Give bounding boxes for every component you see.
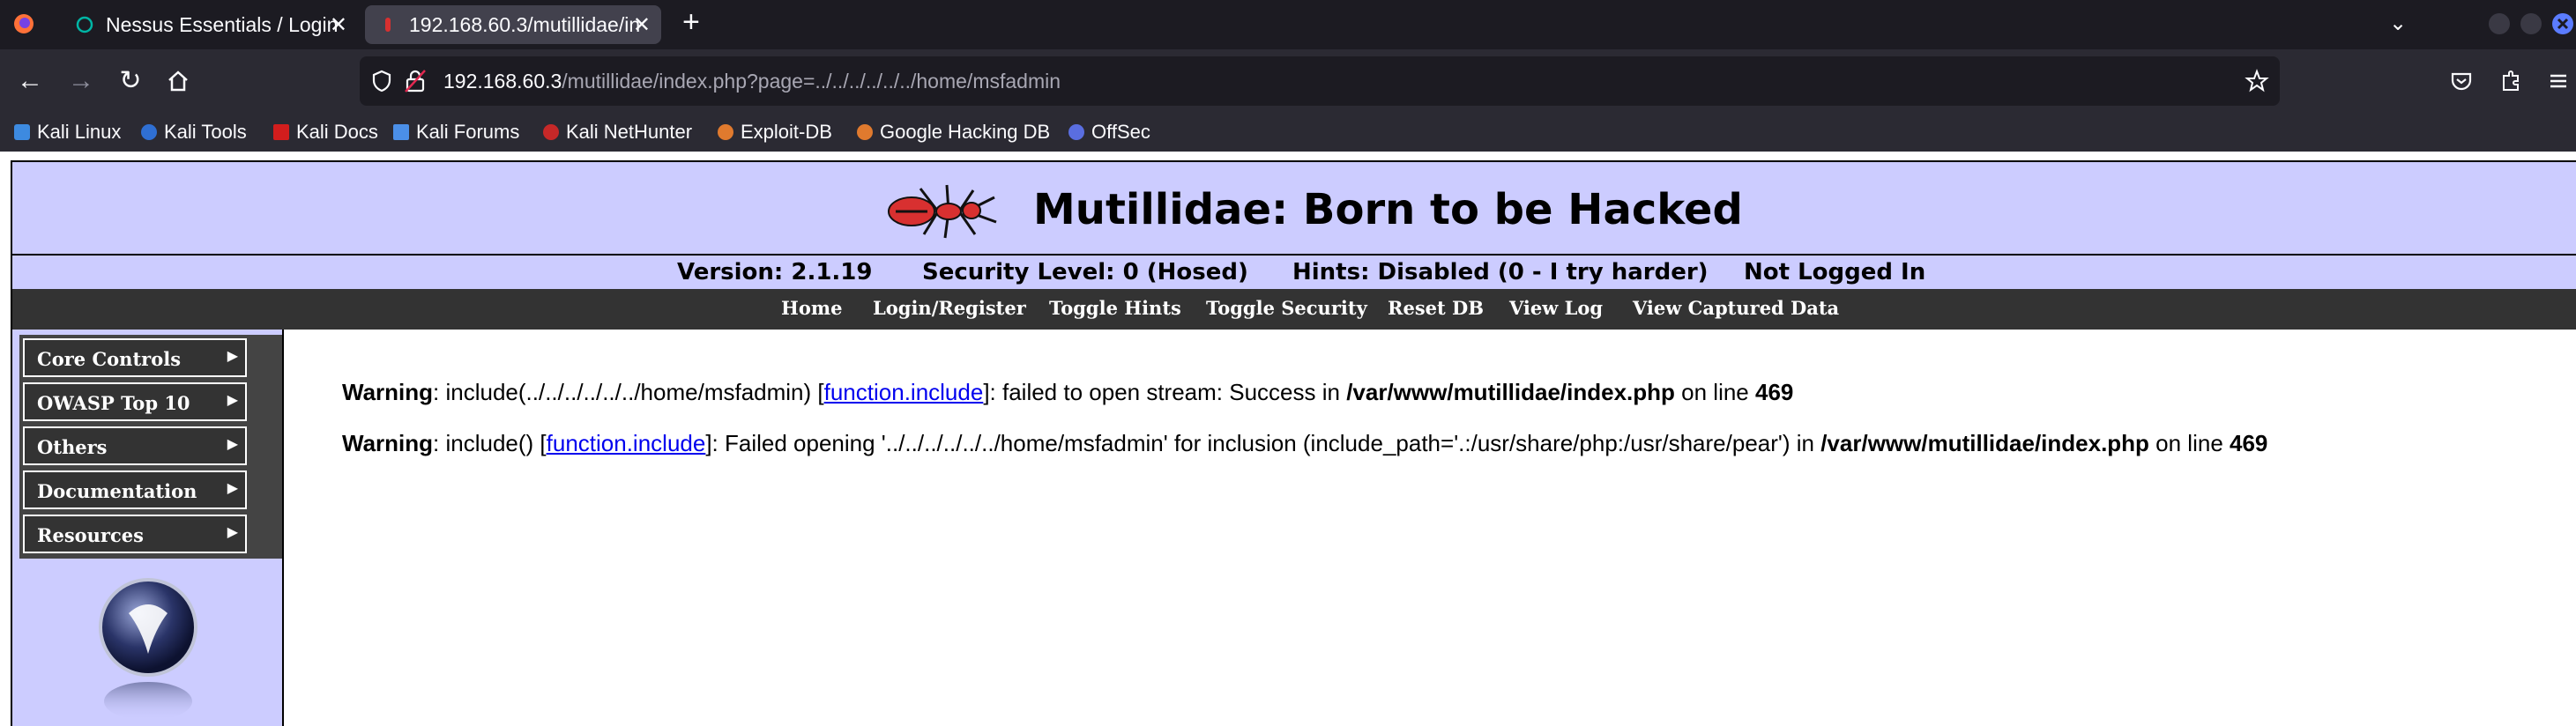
version-label: Version: 2.1.19 [677, 259, 873, 285]
kali-tools-icon [141, 124, 157, 140]
nethunter-icon [543, 124, 559, 140]
kali-dragon-icon [14, 124, 30, 140]
navigation-toolbar: ← → ↻ 192.168.60.3/mutillidae/index.php?… [0, 49, 2576, 113]
firefox-menu-icon[interactable] [12, 12, 35, 35]
close-tab-icon[interactable]: ✕ [330, 12, 347, 38]
back-arrow-icon[interactable]: ← [14, 65, 46, 97]
menu-view-log[interactable]: View Log [1509, 297, 1603, 319]
close-tab-icon[interactable]: ✕ [633, 12, 651, 38]
home-icon[interactable] [166, 69, 190, 93]
side-menu: Core Controls ▶ OWASP Top 10 ▶ Others ▶ Doc… [19, 335, 282, 559]
function-include-link[interactable]: function.include [824, 379, 984, 405]
page-viewport: Mutillidae: Born to be Hacked Version: 2… [0, 152, 2576, 726]
window-maximize-icon[interactable] [2520, 12, 2542, 35]
top-menu: Home Login/Register Toggle Hints Toggle … [11, 289, 2576, 330]
function-include-link[interactable]: function.include [547, 430, 706, 456]
exploit-db-icon [718, 124, 733, 140]
hamburger-menu-icon[interactable] [2546, 69, 2571, 93]
kali-forums-icon [393, 124, 409, 140]
insecure-lock-icon[interactable] [404, 69, 427, 93]
mutillidae-favicon-icon [385, 18, 391, 32]
window-minimize-icon[interactable] [2488, 12, 2511, 35]
arrow-right-icon: ▶ [227, 435, 238, 452]
menu-view-captured-data[interactable]: View Captured Data [1633, 297, 1839, 319]
offsec-icon [1068, 124, 1084, 140]
status-bar: Version: 2.1.19 Security Level: 0 (Hosed… [11, 254, 2576, 289]
tab-strip: Nessus Essentials / Login ✕ 192.168.60.3… [0, 0, 2576, 49]
reload-icon[interactable]: ↻ [115, 65, 146, 97]
warning-line-2: Warning: include() [function.include]: F… [342, 430, 2268, 456]
shield-icon[interactable] [370, 70, 393, 93]
tab-title: Nessus Essentials / Login [106, 12, 339, 36]
nessus-favicon-icon [76, 16, 93, 33]
bookmark-ghdb[interactable]: Google Hacking DB [857, 121, 1050, 144]
owasp-logo-icon[interactable] [93, 578, 203, 726]
security-level-label: Security Level: 0 (Hosed) [922, 259, 1248, 285]
address-bar[interactable]: 192.168.60.3/mutillidae/index.php?page=.… [360, 56, 2280, 106]
forward-arrow-icon[interactable]: → [65, 65, 97, 97]
hints-label: Hints: Disabled (0 - I try harder) [1292, 259, 1709, 285]
sidebar-item-core-controls[interactable]: Core Controls ▶ [23, 338, 247, 377]
warning-line-1: Warning: include(../../../../../../home/… [342, 379, 1794, 405]
sidebar-item-resources[interactable]: Resources ▶ [23, 515, 247, 553]
sidebar-item-documentation[interactable]: Documentation ▶ [23, 470, 247, 509]
window-close-icon[interactable] [2551, 12, 2574, 35]
url-text: 192.168.60.3/mutillidae/index.php?page=.… [443, 70, 1061, 93]
bookmark-kali-docs[interactable]: Kali Docs [273, 121, 378, 144]
mutillidae-ant-logo-icon [888, 184, 997, 239]
left-sidebar: Core Controls ▶ OWASP Top 10 ▶ Others ▶ Doc… [11, 330, 284, 726]
tab-nessus[interactable]: Nessus Essentials / Login ✕ [62, 5, 358, 44]
ghdb-icon [857, 124, 873, 140]
bookmark-offsec[interactable]: OffSec [1068, 121, 1150, 144]
menu-home[interactable]: Home [781, 297, 842, 319]
bookmark-kali-linux[interactable]: Kali Linux [14, 121, 121, 144]
bookmarks-toolbar: Kali Linux Kali Tools Kali Docs Kali For… [0, 113, 2576, 152]
new-tab-button[interactable]: + [682, 5, 700, 40]
menu-reset-db[interactable]: Reset DB [1388, 297, 1484, 319]
tab-mutillidae[interactable]: 192.168.60.3/mutillidae/in ✕ [365, 5, 661, 44]
login-status-label: Not Logged In [1744, 259, 1926, 285]
bookmark-kali-forums[interactable]: Kali Forums [393, 121, 519, 144]
extensions-icon[interactable] [2498, 69, 2523, 93]
arrow-right-icon: ▶ [227, 479, 238, 496]
tab-title: 192.168.60.3/mutillidae/in [409, 12, 641, 36]
menu-login-register[interactable]: Login/Register [873, 297, 1026, 319]
bookmark-kali-nethunter[interactable]: Kali NetHunter [543, 121, 692, 144]
arrow-right-icon: ▶ [227, 523, 238, 540]
pocket-icon[interactable] [2449, 69, 2474, 93]
sidebar-item-owasp-top-10[interactable]: OWASP Top 10 ▶ [23, 382, 247, 421]
arrow-right-icon: ▶ [227, 347, 238, 364]
arrow-right-icon: ▶ [227, 391, 238, 408]
menu-toggle-security[interactable]: Toggle Security [1206, 297, 1367, 319]
list-all-tabs-icon[interactable]: ⌄ [2389, 11, 2407, 36]
bookmark-star-icon[interactable] [2245, 69, 2269, 93]
site-title: Mutillidae: Born to be Hacked [1033, 185, 1743, 234]
kali-docs-icon [273, 124, 289, 140]
site-header: Mutillidae: Born to be Hacked [11, 160, 2576, 254]
bookmark-exploit-db[interactable]: Exploit-DB [718, 121, 832, 144]
sidebar-item-others[interactable]: Others ▶ [23, 426, 247, 465]
bookmark-kali-tools[interactable]: Kali Tools [141, 121, 247, 144]
menu-toggle-hints[interactable]: Toggle Hints [1049, 297, 1181, 319]
